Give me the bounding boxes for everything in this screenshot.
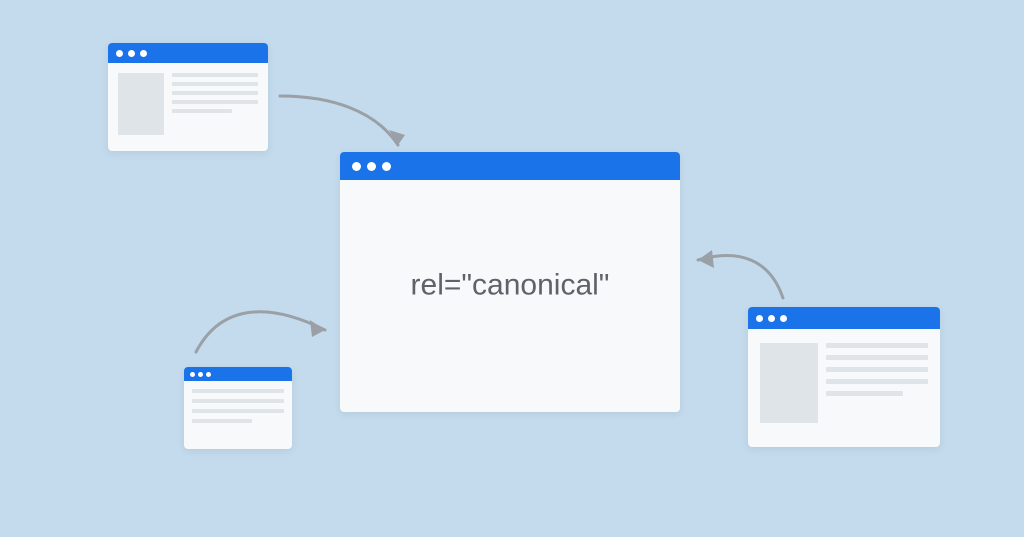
window-content [748,329,940,437]
text-line-placeholder [172,109,232,113]
text-line-placeholder [826,391,903,396]
duplicate-window-right [748,307,940,447]
window-control-dot-icon [128,50,135,57]
window-control-dot-icon [780,315,787,322]
content-thumbnail-placeholder [760,343,818,423]
window-titlebar [748,307,940,329]
text-line-placeholder [172,82,258,86]
content-thumbnail-placeholder [118,73,164,135]
window-control-dot-icon [206,372,211,377]
arrow-top-left-icon [280,96,398,145]
window-control-dot-icon [198,372,203,377]
window-control-dot-icon [768,315,775,322]
text-line-placeholder [172,73,258,77]
text-line-placeholder [826,343,928,348]
arrow-head-icon [389,130,405,145]
content-lines-placeholder [172,73,258,135]
text-line-placeholder [192,389,284,393]
content-lines-placeholder [192,389,284,423]
canonical-label: rel="canonical" [411,268,610,302]
window-titlebar [340,152,680,180]
window-control-dot-icon [382,162,391,171]
text-line-placeholder [172,91,258,95]
arrow-bottom-left-icon [196,312,325,352]
window-control-dot-icon [367,162,376,171]
text-line-placeholder [826,367,928,372]
arrow-right-icon [698,256,783,298]
window-content [184,381,292,431]
arrow-head-icon [698,250,714,268]
duplicate-window-bottom-left [184,367,292,449]
window-titlebar [184,367,292,381]
text-line-placeholder [192,419,252,423]
content-lines-placeholder [826,343,928,423]
window-control-dot-icon [352,162,361,171]
window-titlebar [108,43,268,63]
window-control-dot-icon [756,315,763,322]
duplicate-window-top-left [108,43,268,151]
window-control-dot-icon [190,372,195,377]
window-control-dot-icon [140,50,147,57]
window-control-dot-icon [116,50,123,57]
window-content [108,63,268,145]
text-line-placeholder [172,100,258,104]
arrow-head-icon [310,320,325,337]
text-line-placeholder [192,409,284,413]
canonical-window: rel="canonical" [340,152,680,412]
text-line-placeholder [826,355,928,360]
text-line-placeholder [826,379,928,384]
text-line-placeholder [192,399,284,403]
